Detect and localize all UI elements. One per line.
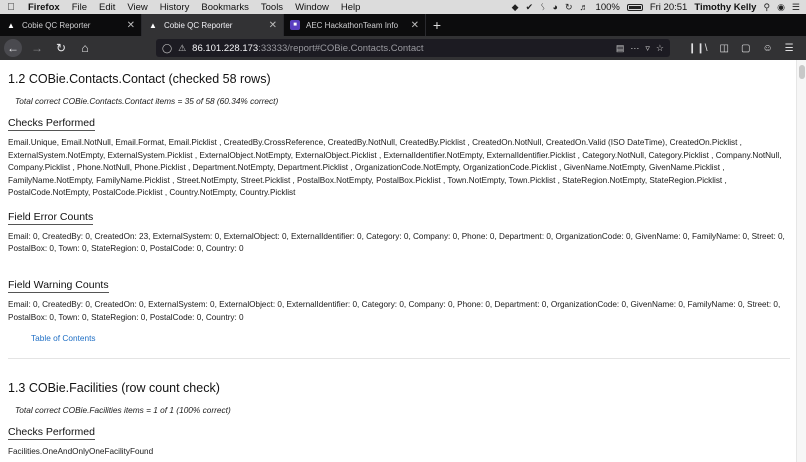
menu-view[interactable]: View <box>121 2 153 13</box>
menu-edit[interactable]: Edit <box>93 2 121 13</box>
contacts-checks-list: Email.Unique, Email.NotNull, Email.Forma… <box>8 138 782 197</box>
library-icon[interactable]: ❙❙\ <box>688 43 708 54</box>
menu-window[interactable]: Window <box>289 2 335 13</box>
new-tab-plus-icon[interactable]: + <box>426 14 448 36</box>
siri-icon[interactable]: ◉ <box>777 2 785 13</box>
battery-icon[interactable] <box>626 3 643 11</box>
notification-center-icon[interactable]: ☰ <box>792 2 800 13</box>
scrollbar-thumb[interactable] <box>799 65 805 79</box>
url-text[interactable]: 86.101.228.173:33333/report#COBie.Contac… <box>192 43 610 54</box>
url-bar[interactable]: ◯ ⚠ 86.101.228.173:33333/report#COBie.Co… <box>156 39 670 57</box>
vertical-scrollbar[interactable] <box>796 60 806 462</box>
spotlight-search-icon[interactable]: ⚲ <box>763 2 770 13</box>
tab-close-icon[interactable]: ✕ <box>269 20 277 31</box>
reload-icon[interactable]: ↻ <box>52 39 70 57</box>
browser-nav-bar: ← → ↻ ⌂ ◯ ⚠ 86.101.228.173:33333/report#… <box>0 36 806 60</box>
tab-close-icon[interactable]: ✕ <box>127 20 135 31</box>
tab-favicon-icon: ▲ <box>149 20 157 30</box>
team-badge-icon: ■ <box>290 20 300 30</box>
facilities-checks-heading: Checks Performed <box>8 425 95 440</box>
url-host: 86.101.228.173 <box>192 42 259 54</box>
report-page: 1.2 COBie.Contacts.Contact (checked 58 r… <box>0 60 796 462</box>
tab-label: Cobie QC Reporter <box>164 20 233 30</box>
tab-cobie-qc-reporter-1[interactable]: ▲ Cobie QC Reporter ✕ <box>0 14 142 36</box>
contacts-warning-counts: Email: 0, CreatedBy: 0, CreatedOn: 0, Ex… <box>8 300 781 322</box>
bookmark-star-icon[interactable]: ☆ <box>656 43 664 54</box>
menu-tools[interactable]: Tools <box>255 2 289 13</box>
tab-close-icon[interactable]: ✕ <box>411 20 419 31</box>
dropbox-icon[interactable]: ◆ <box>512 2 519 13</box>
menubar-status-area: ◆ ✔ ᛊ ◕ ↻ ♬ 100% Fri 20:51 Timothy Kelly… <box>512 2 806 13</box>
menu-file[interactable]: File <box>66 2 93 13</box>
page-actions-icon[interactable]: ⋯ <box>630 43 639 54</box>
tab-label: AEC HackathonTeam Info <box>306 20 399 30</box>
contacts-summary: Total correct COBie.Contacts.Contact ite… <box>15 96 279 106</box>
contacts-checks-heading: Checks Performed <box>8 117 95 131</box>
tab-aec-hackathon-team-info[interactable]: ■ AEC HackathonTeam Info ✕ <box>284 14 426 36</box>
menu-app-firefox[interactable]: Firefox <box>22 2 66 13</box>
section-title-contacts: 1.2 COBie.Contacts.Contact (checked 58 r… <box>8 72 271 86</box>
macos-menu-bar:  Firefox File Edit View History Bookmar… <box>0 0 806 14</box>
clock[interactable]: Fri 20:51 <box>650 2 688 13</box>
menu-help[interactable]: Help <box>335 2 367 13</box>
back-arrow-icon[interactable]: ← <box>4 39 22 57</box>
volume-icon[interactable]: ♬ <box>580 2 589 12</box>
insecure-lock-icon[interactable]: ⚠ <box>178 43 186 54</box>
account-icon[interactable]: ☺ <box>762 43 772 54</box>
toolbar-icons: ❙❙\ ◫ ▢ ☺ ☰ <box>688 43 794 54</box>
table-of-contents-link[interactable]: Table of Contents <box>31 333 96 343</box>
wifi-icon[interactable]: ◕ <box>553 2 558 12</box>
menu-bookmarks[interactable]: Bookmarks <box>195 2 255 13</box>
reader-view-icon[interactable]: ▤ <box>616 43 625 54</box>
bluetooth-icon[interactable]: ᛊ <box>540 2 545 12</box>
tab-label: Cobie QC Reporter <box>22 20 91 30</box>
user-name[interactable]: Timothy Kelly <box>694 2 756 13</box>
checkmark-icon[interactable]: ✔ <box>526 2 534 13</box>
home-icon[interactable]: ⌂ <box>76 39 94 57</box>
tab-cobie-qc-reporter-2[interactable]: ▲ Cobie QC Reporter ✕ <box>142 14 284 36</box>
shield-icon[interactable]: ◯ <box>162 43 172 54</box>
contacts-errors-heading: Field Error Counts <box>8 210 94 225</box>
browser-tab-bar: ▲ Cobie QC Reporter ✕ ▲ Cobie QC Reporte… <box>0 14 806 36</box>
forward-arrow-icon[interactable]: → <box>28 39 46 57</box>
facilities-checks-list: Facilities.OneAndOnlyOneFacilityFound <box>8 446 154 456</box>
url-path: :33333/report#COBie.Contacts.Contact <box>258 42 424 54</box>
menu-history[interactable]: History <box>154 2 196 13</box>
pocket-icon[interactable]: ▿ <box>645 43 650 54</box>
contacts-error-counts: Email: 0, CreatedBy: 0, CreatedOn: 23, E… <box>8 231 785 254</box>
battery-percent: 100% <box>595 1 620 13</box>
tab-favicon-icon: ▲ <box>7 20 15 30</box>
contacts-warnings-heading: Field Warning Counts <box>8 279 109 294</box>
section-title-facilities: 1.3 COBie.Facilities (row count check) <box>8 380 220 395</box>
apple-menu-icon[interactable]:  <box>0 2 22 13</box>
facilities-summary: Total correct COBie.Facilities items = 1… <box>15 404 231 415</box>
screenshot-icon[interactable]: ▢ <box>741 43 750 54</box>
hamburger-menu-icon[interactable]: ☰ <box>785 43 794 54</box>
sync-icon[interactable]: ↻ <box>565 2 573 13</box>
sidebar-icon[interactable]: ◫ <box>720 43 729 54</box>
